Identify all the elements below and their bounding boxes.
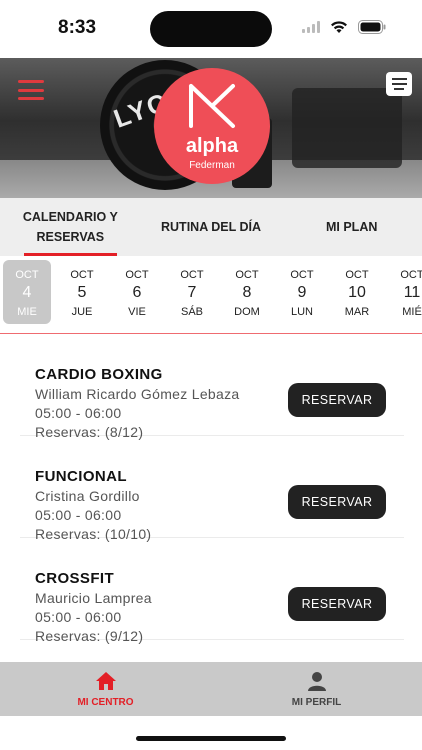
day-month: OCT [125,269,149,281]
battery-icon [358,20,386,34]
day-item-11[interactable]: OCT 11 MIÉ [388,260,422,324]
day-month: OCT [70,269,94,281]
tab-rutina-del-dia[interactable]: RUTINA DEL DÍA [141,198,282,256]
day-item-5[interactable]: OCT 5 JUE [58,260,106,324]
class-item: CARDIO BOXING William Ricardo Gómez Leba… [20,334,404,440]
day-weekday: DOM [234,306,260,318]
dynamic-island [150,11,272,47]
status-bar: 8:33 [0,0,422,58]
reservar-button[interactable]: RESERVAR [288,383,386,417]
day-item-8[interactable]: OCT 8 DOM [223,260,271,324]
class-name: CROSSFIT [35,570,115,587]
day-month: OCT [345,269,369,281]
hamburger-icon[interactable] [18,80,44,100]
status-time: 8:33 [58,17,97,38]
tab-calendario-reservas[interactable]: CALENDARIO Y RESERVAS [0,198,141,256]
day-number: 7 [187,284,197,301]
nav-mi-centro[interactable]: MI CENTRO [0,662,211,716]
class-info: FUNCIONAL Cristina Gordillo 05:00 - 06:0… [35,468,151,542]
day-weekday: SÁB [180,306,203,318]
day-item-7[interactable]: OCT 7 SÁB [168,260,216,324]
chat-icon[interactable] [386,72,412,96]
section-tabs: CALENDARIO Y RESERVAS RUTINA DEL DÍA MI … [0,198,422,256]
day-weekday: MAR [344,306,370,318]
user-icon [307,671,326,691]
logo-subtitle: Federman [189,160,235,171]
day-number: 11 [403,284,421,301]
signal-icon [302,21,320,33]
home-icon [95,671,116,690]
day-number: 8 [242,284,252,301]
day-weekday: JUE [71,306,93,318]
day-number: 10 [348,284,366,301]
day-number: 5 [77,284,87,301]
day-item-10[interactable]: OCT 10 MAR [333,260,381,324]
day-month: OCT [400,269,422,281]
day-month: OCT [235,269,259,281]
logo-name: alpha [185,135,239,157]
day-weekday: VIE [128,306,146,318]
day-number: 6 [132,284,142,301]
wifi-icon [331,20,347,33]
day-item-6[interactable]: OCT 6 VIE [113,260,161,324]
class-coach: Mauricio Lamprea [35,590,152,606]
class-time: 05:00 - 06:00 [35,405,122,421]
alpha-logo-mark [189,84,235,128]
class-info: CARDIO BOXING William Ricardo Gómez Leba… [35,366,239,440]
nav-mi-perfil[interactable]: MI PERFIL [211,662,422,716]
class-reservations: Reservas: (9/12) [35,628,144,644]
class-item: FUNCIONAL Cristina Gordillo 05:00 - 06:0… [20,436,404,542]
class-time: 05:00 - 06:00 [35,507,122,523]
gym-machine-image [292,88,402,168]
bottom-nav: MI CENTRO MI PERFIL [0,662,422,716]
reservar-button[interactable]: RESERVAR [288,587,386,621]
class-info: CROSSFIT Mauricio Lamprea 05:00 - 06:00 … [35,570,152,644]
day-weekday: LUN [290,306,313,318]
nav-label: MI PERFIL [291,696,342,708]
class-name: CARDIO BOXING [35,366,163,383]
reservar-button[interactable]: RESERVAR [288,485,386,519]
day-number: 4 [22,284,32,301]
day-item-4[interactable]: OCT 4 MIE [3,260,51,324]
day-month: OCT [290,269,314,281]
home-indicator [136,736,286,741]
day-item-9[interactable]: OCT 9 LUN [278,260,326,324]
class-coach: William Ricardo Gómez Lebaza [35,386,240,402]
tab-mi-plan[interactable]: MI PLAN [281,198,422,256]
day-month: OCT [180,269,204,281]
day-number: 9 [297,284,307,301]
class-coach: Cristina Gordillo [35,488,140,504]
day-weekday: MIÉ [402,306,422,318]
day-weekday: MIE [17,306,37,318]
class-name: FUNCIONAL [35,468,127,485]
day-month: OCT [15,269,39,281]
alpha-logo: alpha Federman [154,68,270,184]
class-list[interactable]: CARDIO BOXING William Ricardo Gómez Leba… [0,334,422,662]
day-selector: OCT 4 MIE OCT 5 JUE OCT 6 VIE OCT 7 SÁB … [0,256,422,334]
class-time: 05:00 - 06:00 [35,609,122,625]
status-icons [302,20,386,34]
nav-label: MI CENTRO [77,696,134,708]
class-item: CROSSFIT Mauricio Lamprea 05:00 - 06:00 … [20,538,404,644]
